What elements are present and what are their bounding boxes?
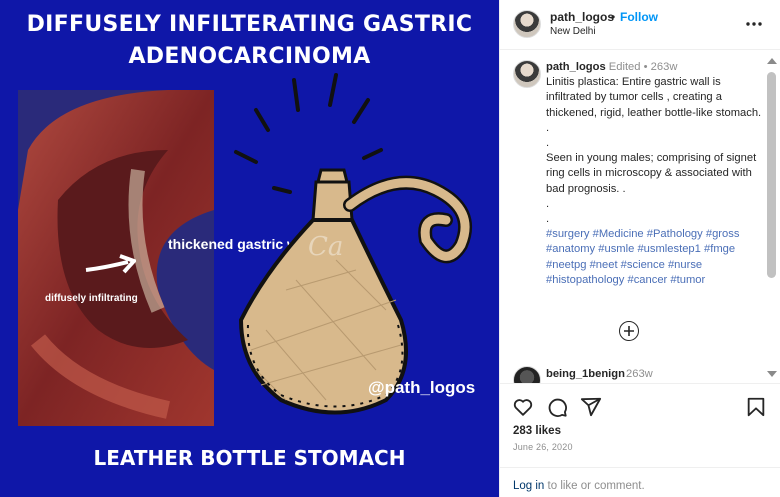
comment-age: 263w <box>626 368 653 380</box>
hashtag-link[interactable]: #fmge <box>704 243 735 255</box>
hashtag-link[interactable]: #usmlestep1 <box>637 243 700 255</box>
image-footer: LEATHER BOTTLE STOMACH <box>93 446 406 470</box>
hashtag-link[interactable]: #tumor <box>670 274 705 286</box>
hashtag-link[interactable]: #gross <box>706 228 740 240</box>
comments-scroll-area[interactable]: path_logos Edited • 263w Linitis plastic… <box>500 50 770 383</box>
image-title-line2: ADENOCARCINOMA <box>128 44 371 69</box>
hashtag-link[interactable]: #cancer <box>627 274 667 286</box>
image-title-line1: DIFFUSELY INFILTERATING GASTRIC <box>26 12 473 37</box>
hashtag-link[interactable]: #neet <box>590 259 618 271</box>
hashtag-link[interactable]: #surgery <box>546 228 590 240</box>
heart-icon[interactable] <box>512 396 534 418</box>
caption: path_logos Edited • 263w Linitis plastic… <box>546 60 768 288</box>
hashtag-link[interactable]: #nurse <box>668 259 702 271</box>
hashtag-link[interactable]: #histopathology <box>546 274 624 286</box>
caption-age[interactable]: 263w <box>651 61 678 73</box>
separator-dot: • <box>611 10 616 24</box>
hashtag-list: #surgery #Medicine #Pathology #gross #an… <box>546 227 768 288</box>
caption-line: . <box>546 121 550 134</box>
location-link[interactable]: New Delhi <box>550 26 596 37</box>
hashtag-link[interactable]: #neetpg <box>546 259 586 271</box>
caption-edited: Edited <box>608 61 641 73</box>
login-prompt-text: to like or comment. <box>544 480 645 492</box>
caption-line: . <box>546 197 550 210</box>
share-icon[interactable] <box>580 396 602 418</box>
post-date[interactable]: June 26, 2020 <box>513 442 573 452</box>
leather-bottle-illustration <box>234 73 472 415</box>
commenter-username[interactable]: being_1benign <box>546 368 625 380</box>
caption-line: Seen in young males; comprising of signe… <box>546 152 757 195</box>
hashtag-link[interactable]: #anatomy <box>546 243 595 255</box>
comments-scrollbar[interactable] <box>764 50 778 383</box>
caption-username[interactable]: path_logos <box>546 61 606 73</box>
bookmark-icon[interactable] <box>745 396 767 418</box>
caption-line: . <box>546 213 550 226</box>
scroll-up-arrow-icon[interactable] <box>767 58 777 64</box>
post-sidebar: path_logos • Follow New Delhi path_logos… <box>499 0 780 497</box>
image-handle: @path_logos <box>368 378 476 397</box>
scroll-down-arrow-icon[interactable] <box>767 371 777 377</box>
scrollbar-thumb[interactable] <box>767 72 776 278</box>
author-avatar[interactable] <box>513 10 541 38</box>
login-link[interactable]: Log in <box>513 480 544 492</box>
post-actions: 283 likes June 26, 2020 Log in to like o… <box>500 383 780 497</box>
caption-line: . <box>546 137 550 150</box>
post-image[interactable]: DIFFUSELY INFILTERATING GASTRIC ADENOCAR… <box>0 0 499 497</box>
watermark: Ca <box>308 232 344 262</box>
comment-icon[interactable] <box>546 396 568 418</box>
likes-count[interactable]: 283 likes <box>513 425 561 437</box>
hashtag-link[interactable]: #Medicine <box>593 228 644 240</box>
arrow-icon <box>85 254 136 274</box>
post-header: path_logos • Follow New Delhi <box>500 0 780 50</box>
hashtag-link[interactable]: #Pathology <box>647 228 703 240</box>
caption-separator: • <box>643 61 648 73</box>
more-horizontal-icon[interactable] <box>744 14 764 34</box>
caption-line: Linitis plastica: Entire gastric wall is… <box>546 76 762 119</box>
commenter-avatar[interactable] <box>513 366 541 383</box>
follow-button[interactable]: Follow <box>620 10 658 24</box>
hashtag-link[interactable]: #science <box>621 259 665 271</box>
login-prompt: Log in to like or comment. <box>500 467 780 497</box>
author-username[interactable]: path_logos <box>550 10 614 24</box>
diffuse-label: diffusely infiltrating <box>45 293 138 304</box>
caption-avatar[interactable] <box>513 60 541 88</box>
hashtag-link[interactable]: #usmle <box>598 243 634 255</box>
plus-circle-icon[interactable] <box>619 321 639 341</box>
